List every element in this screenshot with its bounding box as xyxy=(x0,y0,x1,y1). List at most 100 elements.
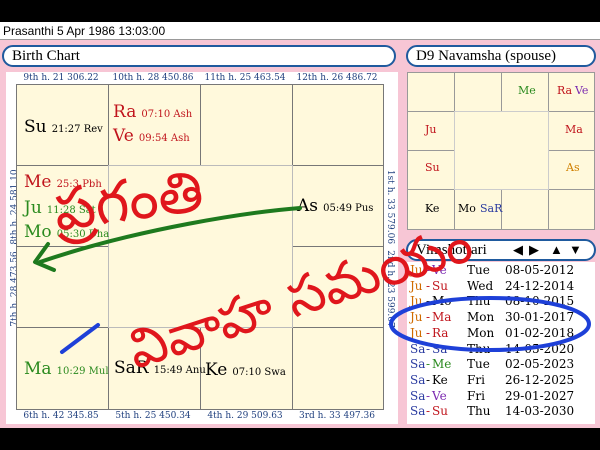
dasha-date: 29-01-2027 xyxy=(505,388,575,403)
dasha-date: 14-05-2020 xyxy=(505,341,575,356)
dasha-lord: Ju xyxy=(410,294,423,309)
dasha-separator: - xyxy=(426,341,431,356)
dasha-row[interactable]: Sa - Sa Thu 14-05-2020 xyxy=(407,342,595,358)
planet-me: Me 25:3 Pbh xyxy=(24,172,102,192)
nav-ju: Ju xyxy=(425,123,437,136)
dasha-day: Fri xyxy=(467,388,485,403)
dasha-sublord: Su xyxy=(432,278,448,293)
house-cell-gemini[interactable] xyxy=(292,84,384,166)
dasha-lord: Sa xyxy=(410,341,426,356)
planet-sar: SaR 15:49 Anu xyxy=(114,358,206,378)
dasha-row[interactable]: Sa - Ve Fri 29-01-2027 xyxy=(407,389,595,405)
dasha-row[interactable]: Sa - Me Tue 02-05-2023 xyxy=(407,357,595,373)
house-10-label: 10th h. 28 450.86 xyxy=(112,73,194,83)
house-4-label: 4th h. 29 509.63 xyxy=(207,411,283,421)
dasha-sublord: Me xyxy=(432,357,452,372)
nav-as: As xyxy=(566,161,580,174)
house-5-label: 5th h. 25 450.34 xyxy=(115,411,191,421)
dasha-day: Fri xyxy=(467,372,485,387)
planet-mo: Mo 05:30 Dha xyxy=(24,222,110,242)
house-cell-leo[interactable] xyxy=(292,246,384,328)
dasha-sublord: Ve xyxy=(432,263,447,277)
nav-sar: SaR xyxy=(480,202,503,215)
dasha-lord: Ju xyxy=(410,310,423,325)
dasha-date: 08-05-2012 xyxy=(505,263,575,277)
planet-ke: Ke 07:10 Swa xyxy=(205,360,286,380)
dasha-separator: - xyxy=(426,388,431,403)
planet-ra: Ra 07:10 Ash xyxy=(113,102,193,122)
dasha-next-button[interactable]: ▶ xyxy=(529,241,539,259)
house-6-label: 6th h. 42 345.85 xyxy=(23,411,99,421)
dasha-lord: Sa xyxy=(410,388,426,403)
vimshottari-list: Ju - Ve Tue 08-05-2012 Ju - Su Wed 24-12-2014 Ju - M… xyxy=(407,262,595,424)
navamsha-cell[interactable] xyxy=(407,72,455,112)
nav-ra: Ra xyxy=(557,84,573,97)
dasha-prev-button[interactable]: ◀ xyxy=(513,241,523,259)
dasha-sublord: Su xyxy=(432,404,448,419)
dasha-separator: - xyxy=(426,325,431,340)
planet-as: As 05:49 Pus xyxy=(297,196,374,216)
dasha-lord: Sa xyxy=(410,357,426,372)
dasha-day: Thu xyxy=(467,341,491,356)
dasha-date: 08-10-2015 xyxy=(505,294,575,309)
dasha-row[interactable]: Ju - Ma Mon 30-01-2017 xyxy=(407,310,595,326)
dasha-separator: - xyxy=(426,310,431,325)
navamsha-title: D9 Navamsha (spouse) xyxy=(406,45,596,67)
dasha-row[interactable]: Ju - Su Wed 24-12-2014 xyxy=(407,279,595,295)
planet-ve: Ve 09:54 Ash xyxy=(113,126,190,146)
dasha-separator: - xyxy=(426,263,431,277)
dasha-day: Thu xyxy=(467,294,491,309)
vimshottari-header: Vimshottari ◀ ▶ ▲ ▼ xyxy=(406,239,596,261)
dasha-separator: - xyxy=(426,357,431,372)
chart-center xyxy=(108,165,293,328)
dasha-row[interactable]: Ju - Ve Tue 08-05-2012 xyxy=(407,263,595,279)
dasha-sublord: Ma xyxy=(432,310,452,325)
nav-su: Su xyxy=(425,161,440,174)
dasha-date: 01-02-2018 xyxy=(505,325,575,340)
dasha-lord: Sa xyxy=(410,372,426,387)
nav-ve: Ve xyxy=(575,84,589,97)
dasha-row[interactable]: Ju - Ra Mon 01-02-2018 xyxy=(407,326,595,342)
dasha-day: Wed xyxy=(467,278,494,293)
dasha-row[interactable]: Ju - Mo Thu 08-10-2015 xyxy=(407,294,595,310)
dasha-sublord: Sa xyxy=(432,341,448,356)
dasha-date: 26-12-2025 xyxy=(505,372,575,387)
dasha-row[interactable]: Sa - Su Thu 14-03-2030 xyxy=(407,404,595,420)
house-cell-virgo[interactable] xyxy=(292,327,384,410)
dasha-lord: Ju xyxy=(410,263,423,277)
house-cell-capricorn[interactable] xyxy=(16,246,109,328)
dasha-separator: - xyxy=(426,278,431,293)
dasha-date: 30-01-2017 xyxy=(505,310,575,325)
navamsha-center xyxy=(454,111,549,190)
dasha-sublord: Mo xyxy=(432,294,452,309)
dasha-separator: - xyxy=(426,404,431,419)
dasha-sublord: Ra xyxy=(432,325,449,340)
navamsha-cell[interactable] xyxy=(548,189,595,230)
house-12-label: 12th h. 26 486.72 xyxy=(296,73,378,83)
navamsha-cell[interactable] xyxy=(501,189,549,230)
bottom-house-labels: 6th h. 42 345.85 5th h. 25 450.34 4th h.… xyxy=(6,410,398,422)
vimshottari-title: Vimshottari xyxy=(416,242,487,258)
birth-chart-title: Birth Chart xyxy=(2,45,396,67)
dasha-day: Mon xyxy=(467,310,495,325)
dasha-day: Tue xyxy=(467,357,490,372)
dasha-date: 14-03-2030 xyxy=(505,404,575,419)
house-cell-aries[interactable] xyxy=(108,84,201,166)
dasha-sublord: Ke xyxy=(432,372,448,387)
dasha-row[interactable]: Sa - Ke Fri 26-12-2025 xyxy=(407,373,595,389)
dasha-down-button[interactable]: ▼ xyxy=(569,241,582,259)
dasha-date: 02-05-2023 xyxy=(505,357,575,372)
dasha-lord: Ju xyxy=(410,278,423,293)
navamsha-cell[interactable] xyxy=(454,72,502,112)
house-3-label: 3rd h. 33 497.36 xyxy=(299,411,375,421)
house-9-label: 9th h. 21 306.22 xyxy=(23,73,99,83)
planet-su: Su 21:27 Rev xyxy=(24,117,103,137)
dasha-up-button[interactable]: ▲ xyxy=(550,241,563,259)
nav-ma: Ma xyxy=(565,123,583,136)
house-cell-taurus[interactable] xyxy=(200,84,293,166)
window-title: Prasanthi 5 Apr 1986 13:03:00 xyxy=(0,22,600,40)
house-1-label: 1st h. 33 579.06 xyxy=(385,169,395,245)
dasha-lord: Ju xyxy=(410,325,423,340)
dasha-sublord: Ve xyxy=(432,388,447,403)
dasha-day: Mon xyxy=(467,325,495,340)
